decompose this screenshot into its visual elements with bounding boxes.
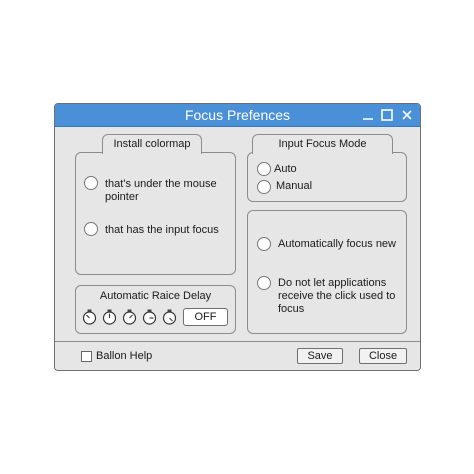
no-click-through-label: Do not let applications receive the clic… [278, 277, 396, 315]
timer-icon[interactable] [122, 309, 137, 325]
timer-icon[interactable] [142, 309, 157, 325]
auto-focus-new-label: Automatically focus new [278, 238, 396, 250]
input-focus-radio-auto[interactable] [257, 162, 271, 176]
button-bar: Ballon Help Save Close [55, 341, 420, 370]
no-click-through-radio[interactable] [257, 276, 271, 290]
maximize-icon[interactable] [380, 108, 394, 122]
colormap-radio-mouse-pointer[interactable] [84, 176, 98, 190]
balloon-help-label: Ballon Help [96, 350, 153, 362]
colormap-option-input-focus-label: that has the input focus [105, 224, 219, 236]
timer-icon[interactable] [162, 309, 177, 325]
close-button[interactable]: Close [359, 348, 407, 364]
title-bar[interactable]: Focus Prefences [55, 104, 420, 127]
timer-icon[interactable] [82, 309, 97, 325]
input-focus-radio-manual[interactable] [257, 180, 271, 194]
minimize-icon[interactable] [361, 108, 375, 122]
raise-delay-value[interactable]: OFF [183, 308, 228, 326]
colormap-group [75, 152, 236, 275]
save-button[interactable]: Save [297, 348, 343, 364]
input-focus-manual-label: Manual [276, 180, 313, 192]
input-focus-auto-label: Auto [274, 163, 297, 175]
timer-icon[interactable] [102, 309, 117, 325]
raise-delay-title: Automatic Raice Delay [99, 290, 212, 302]
focus-preferences-window: Focus Prefences Install colormap that's … [54, 103, 421, 371]
input-focus-mode-group [247, 152, 407, 202]
auto-focus-new-radio[interactable] [257, 237, 271, 251]
colormap-radio-input-focus[interactable] [84, 222, 98, 236]
close-icon[interactable] [400, 108, 414, 122]
balloon-help-checkbox[interactable] [81, 351, 92, 362]
colormap-option-mouse-pointer-label: that's under the mouse pointer [105, 178, 217, 203]
